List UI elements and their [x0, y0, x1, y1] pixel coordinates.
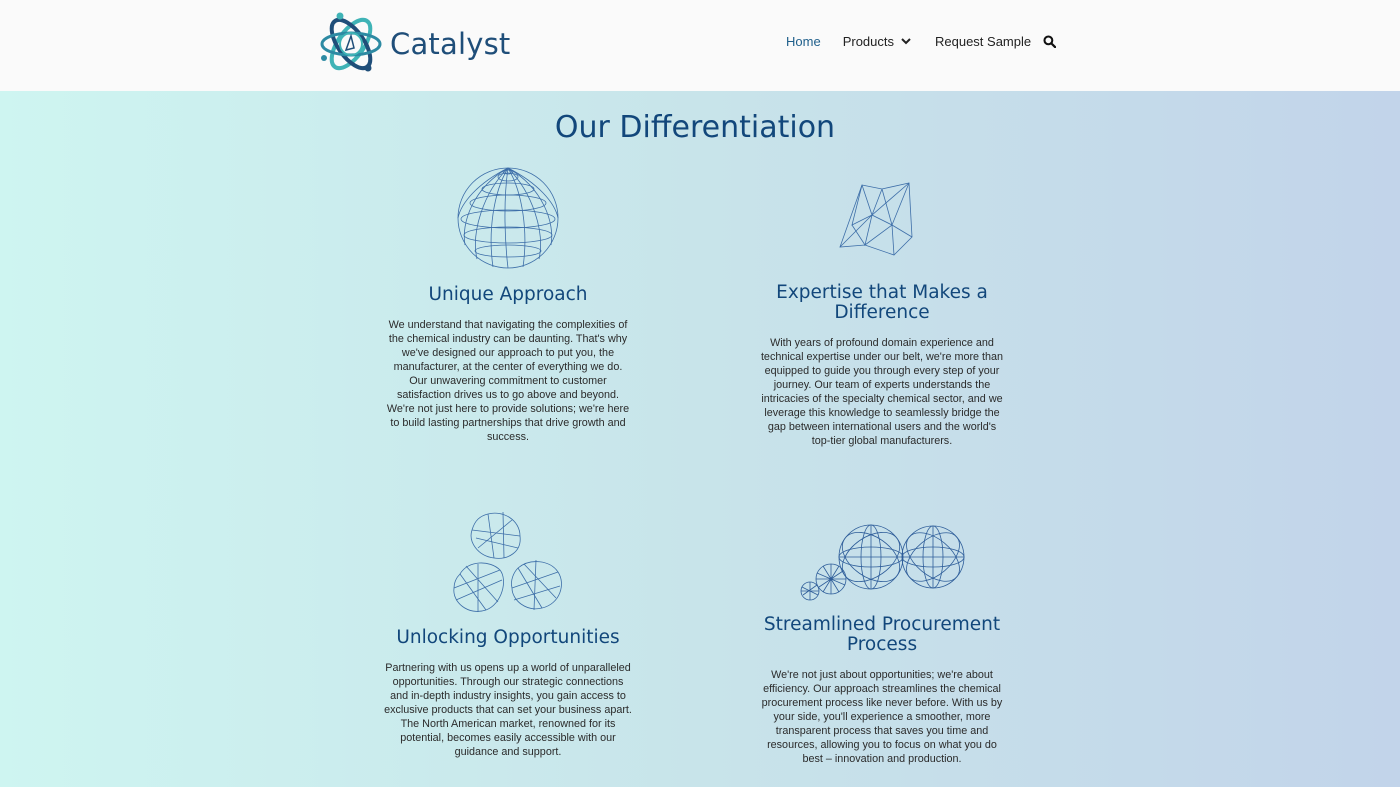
atom-logo-icon	[320, 12, 382, 72]
card-text: We're not just about opportunities; we'r…	[761, 669, 1003, 765]
card-unique-approach: Unique Approach We understand that navig…	[378, 163, 638, 444]
card-title: Unique Approach	[428, 284, 588, 305]
card-streamlined-procurement: Streamlined Procurement Process We're no…	[752, 523, 1012, 766]
brand-logo-link[interactable]: Catalyst	[320, 8, 510, 80]
section-title: Our Differentiation	[554, 110, 836, 145]
wireframe-spheres-icon	[800, 524, 965, 601]
polyhedron-icon	[839, 182, 913, 256]
differentiation-section: Our Differentiation Unique Approach We u…	[0, 91, 1400, 787]
brand-name: Catalyst	[390, 27, 511, 61]
site-header: Catalyst Home Products Request Sample	[0, 0, 1400, 91]
nav-products-label: Products	[842, 34, 894, 49]
card-expertise: Expertise that Makes a Difference With y…	[752, 175, 1012, 448]
wireframe-sphere-icon	[457, 167, 559, 269]
card-title: Expertise that Makes a Difference	[776, 282, 988, 323]
search-button[interactable]	[1043, 34, 1057, 49]
wireframe-rocks-icon	[453, 511, 562, 612]
chevron-down-icon	[901, 38, 911, 45]
nav-request-sample-link[interactable]: Request Sample	[935, 34, 1031, 49]
card-unlocking-opportunities: Unlocking Opportunities Partnering with …	[378, 508, 638, 759]
card-text: With years of profound domain experience…	[760, 337, 1004, 447]
nav-products-menu[interactable]: Products	[843, 34, 911, 49]
card-title: Streamlined Procurement Process	[763, 614, 1001, 655]
card-text: Partnering with us opens up a world of u…	[384, 662, 632, 758]
card-text: We understand that navigating the comple…	[386, 319, 630, 443]
nav-home-link[interactable]: Home	[786, 34, 821, 49]
main-nav: Home Products Request Sample	[786, 34, 1057, 49]
card-title: Unlocking Opportunities	[396, 627, 620, 648]
search-icon	[1043, 34, 1057, 48]
